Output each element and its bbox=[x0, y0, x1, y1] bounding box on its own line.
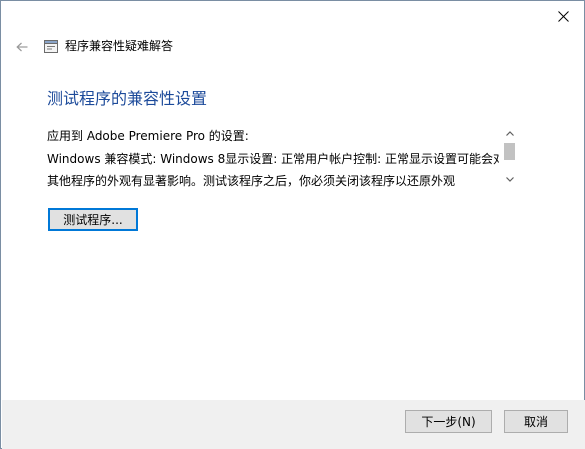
footer-bar: 下一步(N) 取消 bbox=[2, 400, 585, 449]
close-button[interactable] bbox=[541, 1, 585, 31]
chevron-down-icon bbox=[505, 176, 514, 182]
settings-summary-text: 应用到 Adobe Premiere Pro 的设置: Windows 兼容模式… bbox=[47, 125, 499, 189]
settings-line-applies-to: 应用到 Adobe Premiere Pro 的设置: bbox=[47, 129, 249, 143]
scroll-thumb[interactable] bbox=[504, 143, 515, 160]
troubleshooter-window: 程序兼容性疑难解答 测试程序的兼容性设置 应用到 Adobe Premiere … bbox=[0, 0, 585, 449]
page-heading: 测试程序的兼容性设置 bbox=[47, 89, 208, 108]
scroll-down-button[interactable] bbox=[501, 171, 518, 187]
window-title: 程序兼容性疑难解答 bbox=[65, 39, 174, 53]
back-button[interactable] bbox=[12, 37, 32, 57]
settings-line-compat-mode: Windows 兼容模式: Windows 8显示设置: 正常用户帐户控制: 正… bbox=[47, 151, 499, 166]
test-program-button[interactable]: 测试程序... bbox=[48, 208, 138, 231]
settings-line-display-note: 其他程序的外观有显著影响。测试该程序之后，你必须关闭该程序以还原外观 bbox=[47, 174, 456, 188]
next-button[interactable]: 下一步(N) bbox=[405, 410, 492, 433]
scroll-up-button[interactable] bbox=[501, 125, 518, 141]
settings-scrollbar[interactable] bbox=[501, 125, 518, 187]
troubleshooter-app-icon bbox=[44, 40, 58, 53]
arrow-left-icon bbox=[16, 42, 28, 52]
chevron-up-icon bbox=[505, 130, 514, 136]
settings-summary-box: 应用到 Adobe Premiere Pro 的设置: Windows 兼容模式… bbox=[47, 125, 519, 189]
close-icon bbox=[557, 10, 569, 22]
cancel-button[interactable]: 取消 bbox=[504, 410, 568, 433]
